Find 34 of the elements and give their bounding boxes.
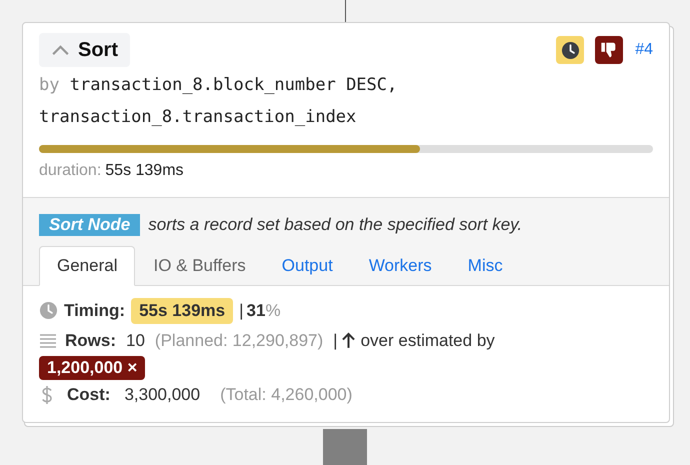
- tab[interactable]: General: [39, 246, 136, 286]
- node-id-link[interactable]: #4: [635, 38, 653, 62]
- dollar-icon: [41, 384, 53, 404]
- tab[interactable]: Output: [264, 246, 351, 286]
- thumbs-down-icon: [600, 41, 618, 59]
- percent-sign: %: [265, 300, 281, 322]
- rows-planned: (Planned: 12,290,897): [154, 330, 324, 352]
- separator: |: [333, 330, 338, 352]
- sort-key-text: by transaction_8.block_number DESC, transaction_8.transaction_index: [39, 74, 398, 129]
- duration-value: 55s 139ms: [105, 161, 184, 181]
- tab[interactable]: Workers: [350, 246, 450, 286]
- connector-line: [344, 0, 346, 22]
- node-description: sorts a record set based on the specified sort key.: [148, 214, 522, 236]
- tab[interactable]: Misc: [450, 246, 521, 286]
- duration-label: duration:: [39, 161, 102, 181]
- rows-icon: [39, 332, 57, 348]
- timing-label: Timing:: [64, 300, 126, 322]
- rows-value: 10: [126, 330, 145, 352]
- cost-value: 3,300,000: [124, 384, 200, 406]
- timing-value: 55s 139ms: [131, 298, 234, 324]
- clock-icon: [560, 40, 580, 60]
- estimate-factor-badge: 1,200,000 ×: [39, 356, 146, 380]
- cost-total: (Total: 4,260,000): [220, 384, 352, 406]
- rows-label: Rows:: [65, 330, 116, 352]
- node-type-tag: Sort Node: [39, 214, 140, 236]
- arrow-up-icon: [342, 332, 355, 349]
- estimate-text: over estimated by: [360, 330, 495, 352]
- cost-label: Cost:: [67, 384, 110, 406]
- separator: |: [239, 300, 244, 322]
- clock-icon: [39, 301, 58, 320]
- collapse-button[interactable]: Sort: [39, 33, 130, 67]
- timing-percent: 31: [246, 300, 266, 322]
- caret-icon: [51, 44, 70, 56]
- connector-block: [323, 428, 367, 464]
